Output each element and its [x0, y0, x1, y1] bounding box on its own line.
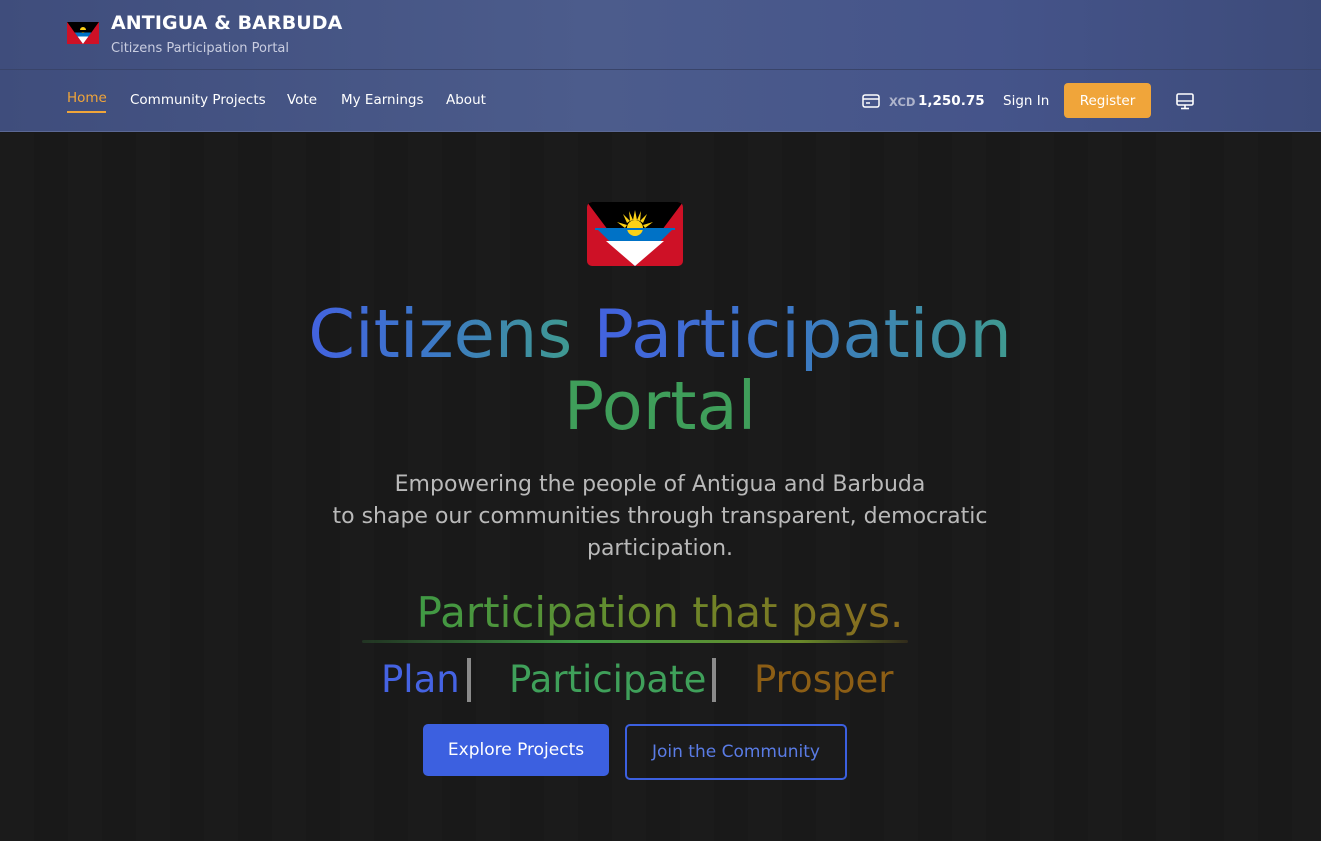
- pillars-row: Plan Participate Prosper: [0, 655, 1321, 705]
- hero-description-line-3: participation.: [586, 536, 734, 561]
- monitor-icon[interactable]: [1176, 93, 1194, 110]
- explore-projects-button[interactable]: Explore Projects: [423, 724, 609, 776]
- nav-community-projects[interactable]: Community Projects: [130, 92, 266, 108]
- pillar-participate: Participate: [509, 658, 707, 701]
- brand-title[interactable]: ANTIGUA & BARBUDA: [111, 12, 342, 34]
- pillar-divider: [467, 658, 471, 702]
- nav-active-indicator: [67, 111, 106, 113]
- site-header: ANTIGUA & BARBUDA Citizens Participation…: [0, 0, 1321, 132]
- nav-home[interactable]: Home: [67, 90, 107, 106]
- pillar-divider: [712, 658, 716, 702]
- pillar-prosper: Prosper: [754, 658, 894, 701]
- hero-title: Citizens Participation Portal: [160, 298, 1160, 442]
- nav-about[interactable]: About: [446, 92, 486, 108]
- credit-card-icon: [862, 94, 880, 108]
- brand-subtitle: Citizens Participation Portal: [111, 41, 290, 56]
- hero-description-line-1: Empowering the people of Antigua and Bar…: [394, 472, 926, 497]
- brand-bar: ANTIGUA & BARBUDA Citizens Participation…: [0, 0, 1321, 70]
- pillar-plan: Plan: [381, 658, 460, 701]
- join-community-button[interactable]: Join the Community: [625, 724, 847, 780]
- antigua-barbuda-flag-icon: [587, 202, 683, 266]
- sign-in-link[interactable]: Sign In: [1003, 93, 1049, 109]
- hero-title-word-citizens: Citizens: [308, 295, 573, 373]
- antigua-barbuda-flag-icon[interactable]: [67, 22, 99, 44]
- register-button[interactable]: Register: [1064, 83, 1151, 118]
- hero-title-word-portal: Portal: [563, 367, 757, 445]
- hero-tagline: Participation that pays.: [300, 585, 1020, 641]
- wallet-currency: XCD: [889, 95, 916, 109]
- hero-description-line-2: to shape our communities through transpa…: [332, 504, 988, 529]
- hero-title-word-participation: Participation: [593, 295, 1012, 373]
- nav-vote[interactable]: Vote: [287, 92, 317, 108]
- tagline-underline: [362, 640, 908, 643]
- hero-description: Empowering the people of Antigua and Bar…: [260, 469, 1060, 565]
- wallet-balance: 1,250.75: [918, 93, 985, 109]
- hero-tagline-text: Participation that pays.: [416, 588, 904, 637]
- nav-my-earnings[interactable]: My Earnings: [341, 92, 424, 108]
